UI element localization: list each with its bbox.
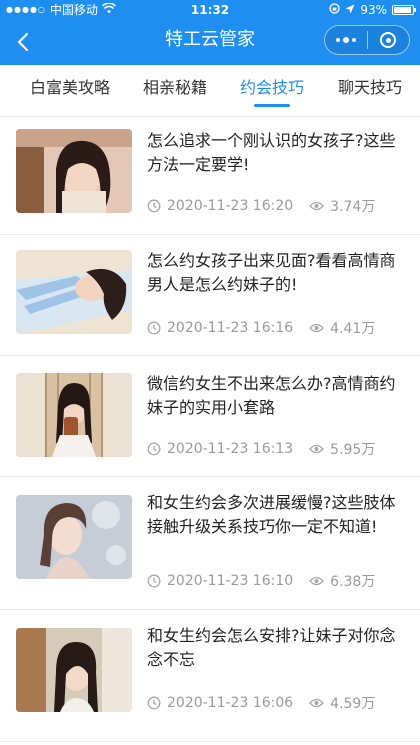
article-views: 4.59万 <box>330 696 376 712</box>
top-bar: ●●●●○ 中国移动 11:32 93% 特工云管家 <box>0 0 420 65</box>
status-bar: ●●●●○ 中国移动 11:32 93% <box>0 0 420 20</box>
category-tabs: 白富美攻略 相亲秘籍 约会技巧 聊天技巧 <box>0 65 420 117</box>
clock-icon <box>147 442 161 456</box>
clock-icon <box>147 696 161 710</box>
article-item[interactable]: 怎么追求一个刚认识的女孩子?这些方法一定要学! 2020-11-23 16:20… <box>0 117 420 235</box>
article-meta: 2020-11-23 16:13 5.95万 <box>147 440 375 458</box>
location-icon <box>345 0 355 20</box>
article-thumbnail <box>16 250 132 334</box>
article-meta: 2020-11-23 16:06 4.59万 <box>147 694 375 712</box>
article-views: 6.38万 <box>330 574 376 590</box>
article-title: 怎么追求一个刚认识的女孩子?这些方法一定要学! <box>147 131 396 174</box>
close-target-icon <box>380 32 397 48</box>
tab-label: 相亲秘籍 <box>143 78 208 97</box>
article-item[interactable]: 和女生约会怎么安排?让妹子对你念念不忘 2020-11-23 16:06 4.5… <box>0 610 420 742</box>
battery-fill <box>394 7 411 13</box>
tab-label: 白富美攻略 <box>30 78 111 97</box>
lock-rotation-icon <box>329 0 340 20</box>
article-views: 3.74万 <box>330 199 376 215</box>
eye-icon <box>309 443 325 455</box>
article-time: 2020-11-23 16:20 <box>167 198 294 214</box>
article-thumbnail <box>16 495 132 579</box>
article-meta: 2020-11-23 16:16 4.41万 <box>147 319 375 337</box>
article-thumbnail <box>16 373 132 457</box>
close-button[interactable] <box>368 26 410 54</box>
eye-icon <box>309 200 325 212</box>
tab-label: 约会技巧 <box>240 78 305 97</box>
tab-label: 聊天技巧 <box>338 78 403 97</box>
article-time: 2020-11-23 16:06 <box>167 695 294 711</box>
mini-program-capsule <box>324 25 410 55</box>
article-time: 2020-11-23 16:13 <box>167 441 294 457</box>
eye-icon <box>309 575 325 587</box>
article-meta: 2020-11-23 16:20 3.74万 <box>147 197 375 215</box>
article-views: 5.95万 <box>330 442 376 458</box>
clock-icon <box>147 574 161 588</box>
article-title: 微信约女生不出来怎么办?高情商约妹子的实用小套路 <box>147 374 396 417</box>
status-right: 93% <box>329 0 416 20</box>
article-title: 和女生约会怎么安排?让妹子对你念念不忘 <box>147 626 396 669</box>
tab-baifumei[interactable]: 白富美攻略 <box>30 65 110 116</box>
clock-icon <box>147 199 161 213</box>
article-item[interactable]: 和女生约会多次进展缓慢?这些肢体接触升级关系技巧你一定不知道! 2020-11-… <box>0 477 420 610</box>
battery-icon <box>392 5 416 15</box>
article-thumbnail <box>16 628 132 712</box>
article-title: 和女生约会多次进展缓慢?这些肢体接触升级关系技巧你一定不知道! <box>147 493 396 536</box>
tab-yuehui[interactable]: 约会技巧 <box>240 65 304 116</box>
eye-icon <box>309 697 325 709</box>
tab-liaotian[interactable]: 聊天技巧 <box>338 65 402 116</box>
more-dots-icon <box>335 37 356 43</box>
clock-icon <box>147 321 161 335</box>
article-views: 4.41万 <box>330 321 376 337</box>
article-time: 2020-11-23 16:16 <box>167 320 294 336</box>
article-meta: 2020-11-23 16:10 6.38万 <box>147 572 375 590</box>
battery-percent: 93% <box>360 3 387 17</box>
article-time: 2020-11-23 16:10 <box>167 573 294 589</box>
article-thumbnail <box>16 129 132 213</box>
active-tab-indicator <box>254 104 290 107</box>
nav-bar: 特工云管家 <box>0 20 420 65</box>
more-button[interactable] <box>325 26 367 54</box>
article-item[interactable]: 怎么约女孩子出来见面?看看高情商男人是怎么约妹子的! 2020-11-23 16… <box>0 235 420 356</box>
tab-xiangqin[interactable]: 相亲秘籍 <box>143 65 207 116</box>
eye-icon <box>309 322 325 334</box>
article-item[interactable]: 微信约女生不出来怎么办?高情商约妹子的实用小套路 2020-11-23 16:1… <box>0 356 420 477</box>
article-title: 怎么约女孩子出来见面?看看高情商男人是怎么约妹子的! <box>147 251 396 294</box>
